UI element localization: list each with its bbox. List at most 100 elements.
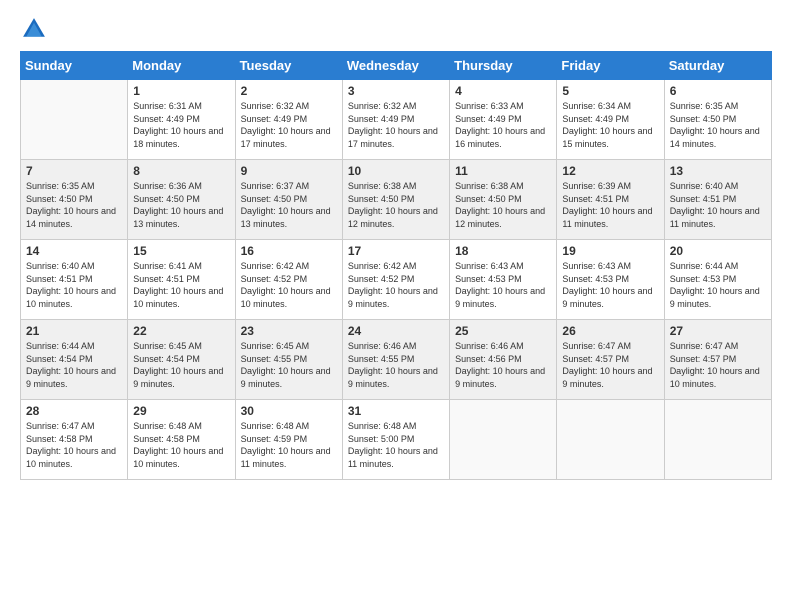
calendar-cell: 1Sunrise: 6:31 AMSunset: 4:49 PMDaylight… [128,80,235,160]
calendar-cell: 10 Sunrise: 6:38 AMSunset: 4:50 PMDayligh… [342,160,449,240]
calendar-cell: 31Sunrise: 6:48 AMSunset: 5:00 PMDayligh… [342,400,449,480]
day-info: Sunrise: 6:41 AMSunset: 4:51 PMDaylight:… [133,260,229,310]
header [20,15,772,43]
day-info: Sunrise: 6:38 AMSunset: 4:50 PMDaylight:… [348,180,444,230]
day-number: 4 [455,84,551,98]
calendar-cell: 7Sunrise: 6:35 AMSunset: 4:50 PMDaylight… [21,160,128,240]
calendar-cell: 5Sunrise: 6:34 AMSunset: 4:49 PMDaylight… [557,80,664,160]
calendar-cell: 20 Sunrise: 6:44 AMSunset: 4:53 PMDayligh… [664,240,771,320]
day-number: 31 [348,404,444,418]
calendar-cell: 23 Sunrise: 6:45 AMSunset: 4:55 PMDayligh… [235,320,342,400]
day-number: 29 [133,404,229,418]
day-number: 7 [26,164,122,178]
day-info: Sunrise: 6:42 AMSunset: 4:52 PMDaylight:… [241,260,337,310]
day-number: 18 [455,244,551,258]
day-number: 19 [562,244,658,258]
day-info: Sunrise: 6:40 AMSunset: 4:51 PMDaylight:… [26,260,122,310]
calendar-cell: 19 Sunrise: 6:43 AMSunset: 4:53 PMDayligh… [557,240,664,320]
calendar-cell: 13 Sunrise: 6:40 AMSunset: 4:51 PMDayligh… [664,160,771,240]
day-info: Sunrise: 6:38 AMSunset: 4:50 PMDaylight:… [455,180,551,230]
day-number: 9 [241,164,337,178]
day-number: 1 [133,84,229,98]
calendar-cell: 17 Sunrise: 6:42 AMSunset: 4:52 PMDayligh… [342,240,449,320]
day-number: 30 [241,404,337,418]
day-number: 28 [26,404,122,418]
calendar-cell: 22 Sunrise: 6:45 AMSunset: 4:54 PMDayligh… [128,320,235,400]
day-info: Sunrise: 6:37 AMSunset: 4:50 PMDaylight:… [241,180,337,230]
day-info: Sunrise: 6:47 AMSunset: 4:57 PMDaylight:… [562,340,658,390]
logo-icon [20,15,48,43]
day-info: Sunrise: 6:43 AMSunset: 4:53 PMDaylight:… [562,260,658,310]
day-info: Sunrise: 6:32 AMSunset: 4:49 PMDaylight:… [348,100,444,150]
day-number: 10 [348,164,444,178]
calendar-week-row: 21Sunrise: 6:44 AMSunset: 4:54 PMDayligh… [21,320,772,400]
calendar-cell: 26 Sunrise: 6:47 AMSunset: 4:57 PMDayligh… [557,320,664,400]
day-info: Sunrise: 6:44 AMSunset: 4:53 PMDaylight:… [670,260,766,310]
day-number: 2 [241,84,337,98]
weekday-header-thursday: Thursday [450,52,557,80]
calendar-cell: 28 Sunrise: 6:47 AMSunset: 4:58 PMDayligh… [21,400,128,480]
calendar-cell: 29 Sunrise: 6:48 AMSunset: 4:58 PMDayligh… [128,400,235,480]
calendar-table: SundayMondayTuesdayWednesdayThursdayFrid… [20,51,772,480]
day-number: 3 [348,84,444,98]
calendar-week-row: 14Sunrise: 6:40 AMSunset: 4:51 PMDayligh… [21,240,772,320]
calendar-cell [557,400,664,480]
calendar-cell: 9 Sunrise: 6:37 AMSunset: 4:50 PMDaylight… [235,160,342,240]
weekday-header-saturday: Saturday [664,52,771,80]
calendar-cell: 11 Sunrise: 6:38 AMSunset: 4:50 PMDayligh… [450,160,557,240]
calendar-cell: 8Sunrise: 6:36 AMSunset: 4:50 PMDaylight… [128,160,235,240]
calendar-cell: 3 Sunrise: 6:32 AMSunset: 4:49 PMDaylight… [342,80,449,160]
day-info: Sunrise: 6:45 AMSunset: 4:55 PMDaylight:… [241,340,337,390]
day-info: Sunrise: 6:43 AMSunset: 4:53 PMDaylight:… [455,260,551,310]
calendar-week-row: 28 Sunrise: 6:47 AMSunset: 4:58 PMDayligh… [21,400,772,480]
calendar-cell: 24Sunrise: 6:46 AMSunset: 4:55 PMDayligh… [342,320,449,400]
calendar-cell: 18 Sunrise: 6:43 AMSunset: 4:53 PMDayligh… [450,240,557,320]
day-info: Sunrise: 6:47 AMSunset: 4:58 PMDaylight:… [26,420,122,470]
weekday-header-sunday: Sunday [21,52,128,80]
calendar-cell: 15 Sunrise: 6:41 AMSunset: 4:51 PMDayligh… [128,240,235,320]
day-number: 17 [348,244,444,258]
weekday-header-friday: Friday [557,52,664,80]
day-info: Sunrise: 6:32 AMSunset: 4:49 PMDaylight:… [241,100,337,150]
calendar-cell [450,400,557,480]
day-number: 12 [562,164,658,178]
day-number: 20 [670,244,766,258]
day-info: Sunrise: 6:44 AMSunset: 4:54 PMDaylight:… [26,340,122,390]
day-info: Sunrise: 6:34 AMSunset: 4:49 PMDaylight:… [562,100,658,150]
day-info: Sunrise: 6:39 AMSunset: 4:51 PMDaylight:… [562,180,658,230]
calendar-week-row: 1Sunrise: 6:31 AMSunset: 4:49 PMDaylight… [21,80,772,160]
day-number: 6 [670,84,766,98]
calendar-cell: 4 Sunrise: 6:33 AMSunset: 4:49 PMDaylight… [450,80,557,160]
day-info: Sunrise: 6:45 AMSunset: 4:54 PMDaylight:… [133,340,229,390]
day-number: 27 [670,324,766,338]
day-number: 11 [455,164,551,178]
calendar-cell: 14Sunrise: 6:40 AMSunset: 4:51 PMDayligh… [21,240,128,320]
calendar-cell: 2 Sunrise: 6:32 AMSunset: 4:49 PMDaylight… [235,80,342,160]
day-number: 16 [241,244,337,258]
calendar-cell: 21Sunrise: 6:44 AMSunset: 4:54 PMDayligh… [21,320,128,400]
day-number: 26 [562,324,658,338]
day-number: 22 [133,324,229,338]
day-info: Sunrise: 6:35 AMSunset: 4:50 PMDaylight:… [670,100,766,150]
day-number: 24 [348,324,444,338]
calendar-cell: 25 Sunrise: 6:46 AMSunset: 4:56 PMDayligh… [450,320,557,400]
day-info: Sunrise: 6:36 AMSunset: 4:50 PMDaylight:… [133,180,229,230]
calendar-cell [21,80,128,160]
day-info: Sunrise: 6:33 AMSunset: 4:49 PMDaylight:… [455,100,551,150]
calendar-cell: 6 Sunrise: 6:35 AMSunset: 4:50 PMDaylight… [664,80,771,160]
calendar-cell: 12 Sunrise: 6:39 AMSunset: 4:51 PMDayligh… [557,160,664,240]
day-number: 23 [241,324,337,338]
calendar-cell [664,400,771,480]
day-info: Sunrise: 6:48 AMSunset: 4:58 PMDaylight:… [133,420,229,470]
day-info: Sunrise: 6:42 AMSunset: 4:52 PMDaylight:… [348,260,444,310]
day-info: Sunrise: 6:40 AMSunset: 4:51 PMDaylight:… [670,180,766,230]
day-number: 25 [455,324,551,338]
day-info: Sunrise: 6:47 AMSunset: 4:57 PMDaylight:… [670,340,766,390]
weekday-header-monday: Monday [128,52,235,80]
day-info: Sunrise: 6:46 AMSunset: 4:56 PMDaylight:… [455,340,551,390]
weekday-header-tuesday: Tuesday [235,52,342,80]
day-number: 15 [133,244,229,258]
day-number: 13 [670,164,766,178]
calendar-cell: 30Sunrise: 6:48 AMSunset: 4:59 PMDayligh… [235,400,342,480]
page: SundayMondayTuesdayWednesdayThursdayFrid… [0,0,792,490]
